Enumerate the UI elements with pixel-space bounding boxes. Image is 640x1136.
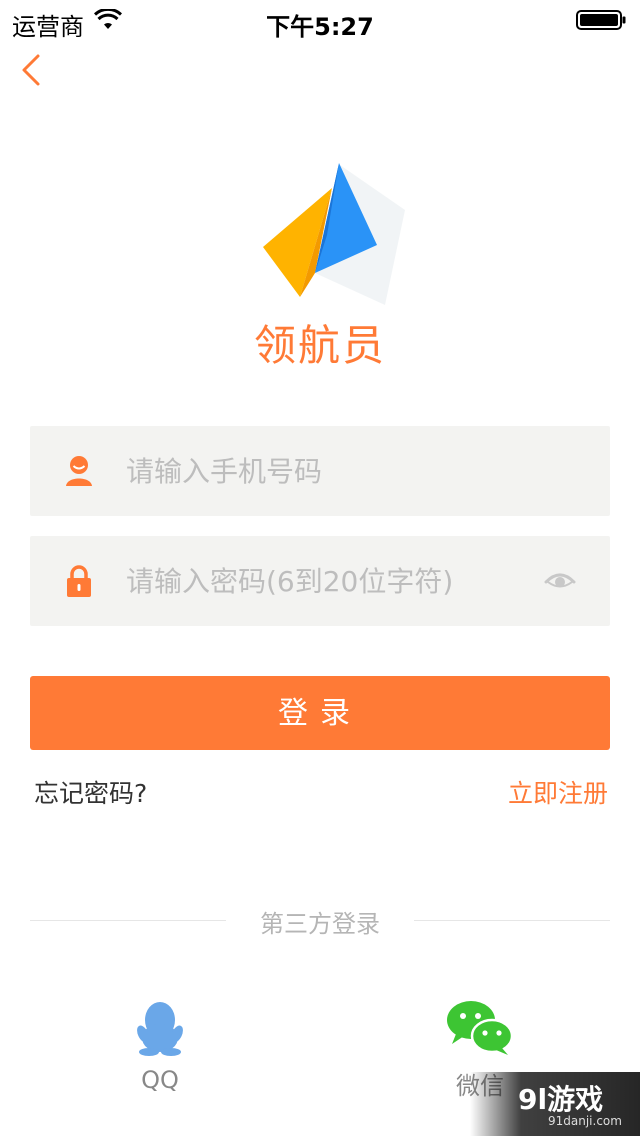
app-logo — [263, 163, 405, 305]
battery-icon — [576, 10, 626, 30]
eye-icon[interactable] — [544, 569, 576, 593]
third-party-title: 第三方登录 — [260, 910, 380, 938]
qq-icon[interactable] — [135, 1000, 185, 1056]
phone-field[interactable] — [30, 426, 610, 516]
login-button[interactable]: 登录 — [30, 676, 610, 750]
clock: 下午5:27 — [266, 13, 374, 41]
phone-input[interactable] — [126, 446, 546, 496]
watermark-url: 91danji.com — [548, 1114, 622, 1128]
user-icon — [66, 456, 92, 486]
watermark-logo: 9l游戏 — [518, 1083, 604, 1116]
register-link[interactable]: 立即注册 — [508, 774, 608, 810]
back-button[interactable] — [16, 50, 50, 90]
lock-icon — [67, 565, 91, 597]
status-bar: 运营商 下午5:27 — [0, 0, 640, 41]
password-input[interactable] — [126, 556, 546, 606]
forgot-password-link[interactable]: 忘记密码? — [34, 774, 147, 810]
password-field[interactable] — [30, 536, 610, 626]
app-name: 领航员 — [253, 321, 386, 370]
wechat-icon[interactable] — [446, 1000, 514, 1056]
watermark: 9l游戏 91danji.com — [470, 1072, 640, 1136]
qq-label[interactable]: QQ — [110, 1066, 210, 1094]
